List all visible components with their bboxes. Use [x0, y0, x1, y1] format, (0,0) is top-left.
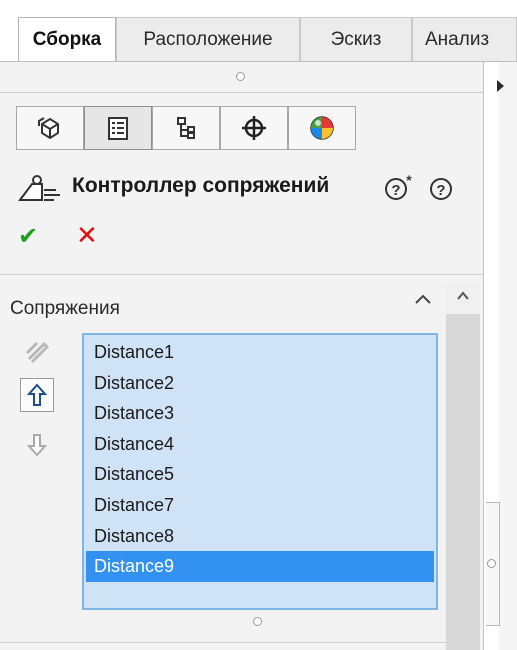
list-item[interactable]: Distance1 [86, 337, 434, 368]
property-manager-panel: Контроллер сопряжений ? * ? ✔ ✕ Сопряжен… [0, 62, 484, 650]
chevron-up-icon[interactable] [414, 292, 432, 306]
list-item[interactable]: Distance8 [86, 521, 434, 552]
mate-controller-icon [18, 175, 60, 201]
display-manager-icon [310, 116, 334, 140]
panel-splitter-handle[interactable] [486, 502, 500, 626]
panel-grip-top[interactable] [236, 72, 245, 81]
panel-scrollbar[interactable] [446, 284, 480, 650]
svg-text:*: * [406, 174, 412, 188]
scroll-up-button[interactable] [446, 284, 480, 314]
tab-analysis[interactable]: Анализ [412, 17, 517, 63]
property-manager-title: Контроллер сопряжений [72, 174, 330, 197]
list-item[interactable]: Distance7 [86, 490, 434, 521]
command-manager-tabs: Сборка Расположение Эскиз Анализ [0, 0, 517, 63]
delete-mate-button[interactable] [20, 336, 54, 370]
mate-clip-icon [25, 341, 50, 364]
tab-property-manager[interactable] [84, 106, 152, 150]
cancel-button[interactable]: ✕ [76, 220, 98, 251]
tab-featuremanager[interactable] [16, 106, 84, 150]
dimxpert-manager-icon [242, 116, 266, 140]
list-item[interactable]: Distance2 [86, 368, 434, 399]
arrow-up-icon [27, 383, 47, 406]
separator [0, 92, 484, 93]
list-item[interactable]: Distance5 [86, 459, 434, 490]
mates-list[interactable]: Distance1 Distance2 Distance3 Distance4 … [82, 333, 438, 610]
list-resize-grip[interactable] [253, 617, 262, 626]
help-icon[interactable]: ? [428, 174, 456, 208]
arrow-down-icon [27, 434, 47, 457]
tab-sketch[interactable]: Эскиз [300, 17, 412, 63]
tab-layout[interactable]: Расположение [116, 17, 300, 63]
list-item[interactable]: Distance4 [86, 429, 434, 460]
tab-assembly[interactable]: Сборка [18, 17, 116, 63]
tab-display-manager[interactable] [288, 106, 356, 150]
move-down-button[interactable] [20, 428, 54, 462]
whats-new-help-icon[interactable]: ? * [384, 172, 416, 208]
svg-text:?: ? [436, 182, 445, 199]
tab-configuration-manager[interactable] [152, 106, 220, 150]
ok-button[interactable]: ✔ [18, 222, 38, 251]
list-item-selected[interactable]: Distance9 [86, 551, 434, 582]
separator [0, 274, 484, 275]
mates-group-title: Сопряжения [10, 298, 120, 319]
tab-dimxpert-manager[interactable] [220, 106, 288, 150]
list-item[interactable]: Distance3 [86, 398, 434, 429]
expand-arrow-icon[interactable] [497, 80, 504, 92]
separator [0, 642, 446, 643]
chevron-up-icon [457, 291, 469, 300]
featuremanager-tree-icon [38, 117, 59, 140]
svg-text:?: ? [391, 182, 400, 199]
graphics-area [499, 62, 517, 650]
splitter-grip[interactable] [487, 559, 496, 568]
configuration-manager-icon [177, 117, 195, 139]
move-up-button[interactable] [20, 378, 54, 412]
property-manager-icon [108, 117, 128, 140]
